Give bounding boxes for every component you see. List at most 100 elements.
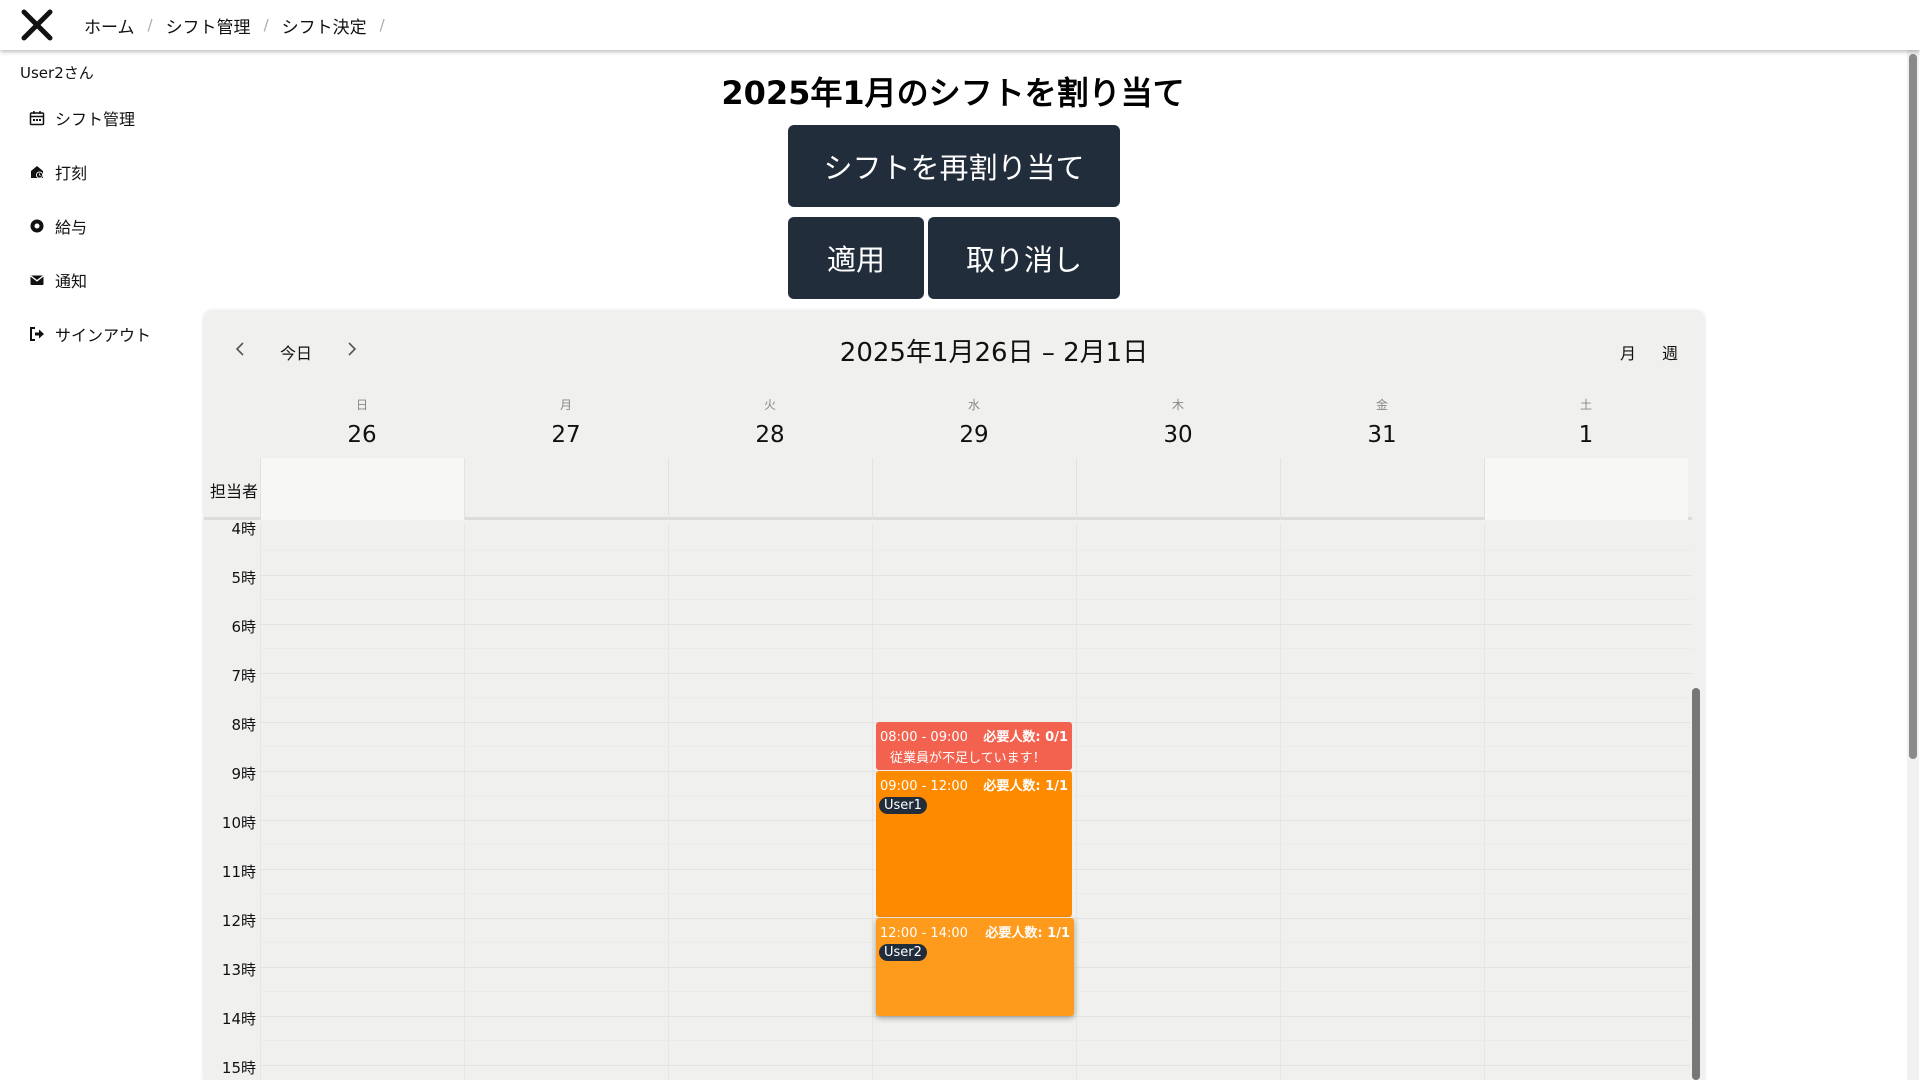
hour-label: 10時: [221, 814, 256, 832]
yen-coin-icon: [30, 219, 44, 233]
chevron-left-icon[interactable]: [232, 340, 250, 358]
column-divider: [1076, 523, 1077, 1080]
hour-label: 14時: [221, 1010, 256, 1028]
x-close-icon[interactable]: [20, 8, 54, 42]
date-number: 1: [1578, 422, 1594, 448]
calendar-scrollbar-thumb[interactable]: [1692, 688, 1700, 1080]
sidebar-item-label: シフト管理: [55, 110, 136, 129]
weekday-label: 日: [355, 398, 368, 412]
breadcrumb-home[interactable]: ホーム: [84, 13, 135, 38]
calendar-date-range: 2025年1月26日 – 2月1日: [839, 338, 1149, 368]
event-time: 09:00 - 12:00: [880, 779, 968, 794]
hour-line: [260, 1065, 1692, 1066]
hour-label: 13時: [221, 961, 256, 979]
sidebar-item-label: 打刻: [55, 164, 88, 183]
sidebar-item-sign-out[interactable]: サインアウト: [29, 322, 151, 346]
column-divider: [1484, 523, 1485, 1080]
month-view-button[interactable]: 月: [1620, 340, 1636, 364]
half-hour-line: [260, 697, 1692, 698]
event-required-count: 必要人数: 1/1: [985, 926, 1070, 941]
breadcrumb-separator: /: [147, 16, 153, 34]
event-required-count: 必要人数: 1/1: [983, 779, 1068, 794]
assignee-cell[interactable]: [1280, 458, 1484, 520]
cancel-button[interactable]: 取り消し: [928, 217, 1120, 299]
day-header[interactable]: 水 29: [872, 396, 1076, 448]
week-view-button[interactable]: 週: [1662, 340, 1678, 364]
half-hour-line: [260, 599, 1692, 600]
shift-event-user2[interactable]: 12:00 - 14:00 必要人数: 1/1 User2: [876, 918, 1074, 1016]
assignee-cell[interactable]: [1076, 458, 1280, 520]
shift-calendar: 今日 2025年1月26日 – 2月1日 月 週 日 26 月 27 火 28 水 29…: [204, 310, 1704, 1080]
hour-label: 4時: [231, 520, 256, 538]
weekday-label: 木: [1171, 398, 1184, 412]
sidebar-item-shift-management[interactable]: シフト管理: [29, 106, 135, 130]
hour-line: [260, 624, 1692, 625]
breadcrumb: ホーム / シフト管理 / シフト決定 /: [84, 0, 398, 50]
day-header[interactable]: 火 28: [668, 396, 872, 448]
sidebar-item-label: 通知: [55, 272, 88, 291]
breadcrumb-separator: /: [379, 16, 385, 34]
hour-label: 9時: [231, 765, 256, 783]
date-number: 30: [1163, 422, 1193, 448]
assigned-user-badge[interactable]: User2: [879, 944, 927, 961]
day-header[interactable]: 金 31: [1280, 396, 1484, 448]
sidebar-item-notifications[interactable]: 通知: [29, 268, 87, 292]
page-scrollbar-thumb[interactable]: [1909, 54, 1917, 759]
hour-label: 6時: [231, 618, 256, 636]
breadcrumb-shift-decision[interactable]: シフト決定: [282, 13, 367, 38]
assigned-user-badge[interactable]: User1: [879, 797, 927, 814]
column-divider: [668, 523, 669, 1080]
event-time: 12:00 - 14:00: [880, 926, 968, 941]
hour-label: 11時: [221, 863, 256, 881]
chevron-right-icon[interactable]: [342, 340, 360, 358]
sidebar-item-punch[interactable]: 打刻: [29, 160, 87, 184]
assignee-label: 担当者: [210, 482, 259, 501]
breadcrumb-separator: /: [263, 16, 269, 34]
sign-out-icon: [30, 327, 44, 341]
username-label: User2さん: [20, 64, 94, 82]
assignee-row: 担当者: [204, 458, 1692, 520]
event-time: 08:00 - 09:00: [880, 730, 968, 745]
reassign-shifts-button[interactable]: シフトを再割り当て: [788, 125, 1120, 207]
page-scrollbar[interactable]: [1907, 50, 1919, 1080]
event-warning: 従業員が不足しています！: [890, 751, 1046, 766]
assignee-cell[interactable]: [1484, 458, 1688, 520]
hour-label: 8時: [231, 716, 256, 734]
calendar-icon: [29, 111, 45, 126]
hour-label: 15時: [221, 1059, 256, 1077]
column-divider: [260, 523, 261, 1080]
weekday-label: 金: [1375, 398, 1388, 412]
date-number: 26: [347, 422, 377, 448]
half-hour-line: [260, 648, 1692, 649]
apply-button[interactable]: 適用: [788, 217, 924, 299]
assignee-cell[interactable]: [872, 458, 1076, 520]
sidebar-item-label: 給与: [55, 218, 88, 237]
date-number: 29: [959, 422, 989, 448]
time-grid[interactable]: 4時 5時 6時 7時 8時 9時 10時 11時 12時 13時 14時 15…: [204, 520, 1692, 1080]
assignee-cell[interactable]: [668, 458, 872, 520]
weekday-label: 火: [763, 398, 776, 412]
column-divider: [872, 523, 873, 1080]
sidebar-item-label: サインアウト: [55, 326, 152, 345]
date-number: 28: [755, 422, 785, 448]
today-button[interactable]: 今日: [280, 340, 312, 364]
weekday-label: 水: [967, 398, 980, 412]
day-header[interactable]: 木 30: [1076, 396, 1280, 448]
sidebar-item-salary[interactable]: 給与: [29, 214, 87, 238]
assignee-cell[interactable]: [260, 458, 464, 520]
shift-event-user1[interactable]: 09:00 - 12:00 必要人数: 1/1 User1: [876, 771, 1072, 917]
day-header[interactable]: 月 27: [464, 396, 668, 448]
day-header[interactable]: 日 26: [260, 396, 464, 448]
breadcrumb-shift-management[interactable]: シフト管理: [166, 13, 251, 38]
weekday-label: 土: [1579, 398, 1592, 412]
day-header[interactable]: 土1: [1484, 396, 1688, 448]
half-hour-line: [260, 1040, 1692, 1041]
shift-event-shortage[interactable]: 08:00 - 09:00 必要人数: 0/1 従業員が不足しています！: [876, 722, 1072, 770]
page-title: 2025年1月のシフトを割り当て: [721, 74, 1185, 112]
mail-icon: [30, 275, 44, 285]
hour-line: [260, 673, 1692, 674]
calendar-scrollbar[interactable]: [1690, 688, 1702, 1080]
column-divider: [1280, 523, 1281, 1080]
assignee-cell[interactable]: [464, 458, 668, 520]
date-number: 31: [1367, 422, 1397, 448]
